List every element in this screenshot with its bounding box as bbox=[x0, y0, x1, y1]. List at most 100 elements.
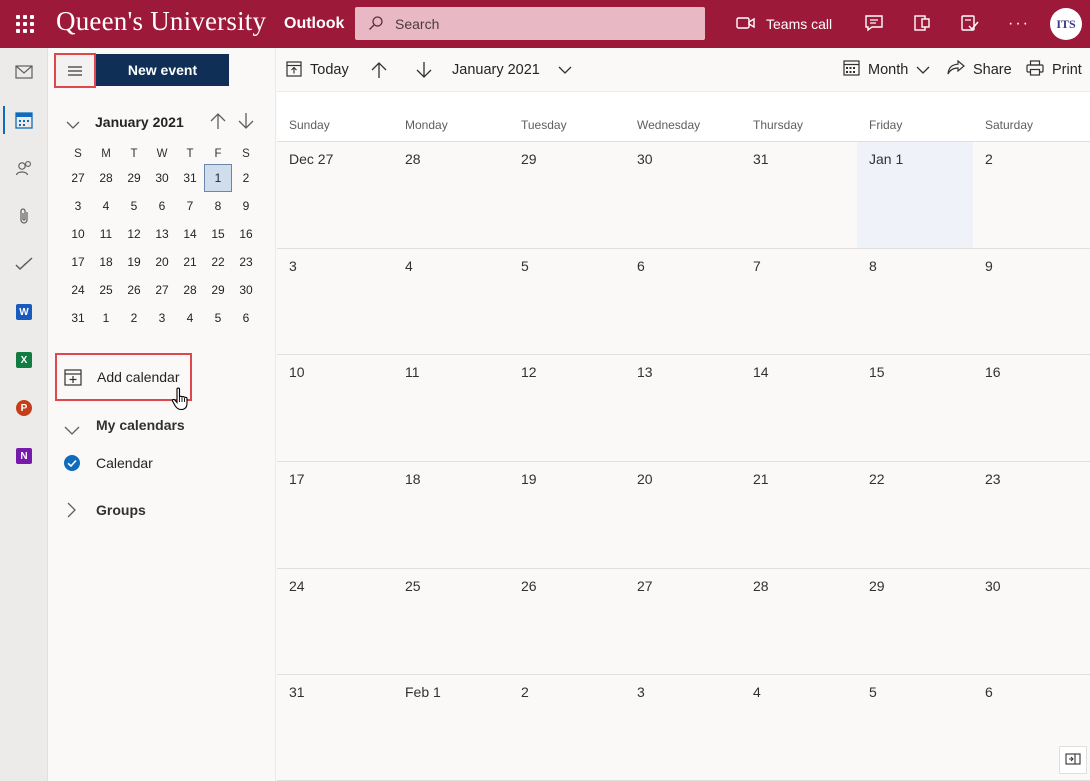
whats-new-button[interactable] bbox=[960, 10, 980, 38]
mini-calendar-day[interactable]: 26 bbox=[120, 276, 148, 304]
mini-calendar-day[interactable]: 29 bbox=[204, 276, 232, 304]
mini-calendar-day[interactable]: 14 bbox=[176, 220, 204, 248]
mini-calendar-day[interactable]: 5 bbox=[204, 304, 232, 332]
mini-calendar-day[interactable]: 22 bbox=[204, 248, 232, 276]
day-cell[interactable]: 31 bbox=[277, 675, 393, 781]
day-cell[interactable]: 21 bbox=[741, 462, 857, 569]
day-cell[interactable]: 28 bbox=[393, 142, 509, 249]
mini-calendar-day[interactable]: 20 bbox=[148, 248, 176, 276]
day-cell[interactable]: 17 bbox=[277, 462, 393, 569]
word-icon[interactable]: W bbox=[0, 292, 48, 332]
mini-calendar-day[interactable]: 30 bbox=[148, 164, 176, 192]
mini-calendar-day[interactable]: 6 bbox=[232, 304, 260, 332]
day-cell[interactable]: 14 bbox=[741, 355, 857, 462]
period-picker[interactable]: January 2021 bbox=[452, 58, 572, 82]
onenote-icon[interactable]: N bbox=[0, 436, 48, 476]
mini-calendar-day[interactable]: 30 bbox=[232, 276, 260, 304]
day-cell[interactable]: Dec 27 bbox=[277, 142, 393, 249]
mini-calendar-day[interactable]: 31 bbox=[64, 304, 92, 332]
day-cell[interactable]: Jan 1 bbox=[857, 142, 973, 249]
mini-calendar-day[interactable]: 16 bbox=[232, 220, 260, 248]
previous-period-arrow-up-icon[interactable] bbox=[371, 58, 387, 82]
day-cell[interactable]: 5 bbox=[509, 249, 625, 355]
day-cell[interactable]: 10 bbox=[277, 355, 393, 462]
mini-calendar-day[interactable]: 28 bbox=[176, 276, 204, 304]
mini-calendar-day[interactable]: 19 bbox=[120, 248, 148, 276]
print-button[interactable]: Print bbox=[1026, 58, 1082, 82]
mini-calendar-day[interactable]: 10 bbox=[64, 220, 92, 248]
mail-icon[interactable] bbox=[0, 52, 48, 92]
day-cell[interactable]: 9 bbox=[973, 249, 1090, 355]
day-cell[interactable]: 16 bbox=[973, 355, 1090, 462]
avatar[interactable]: ITS bbox=[1050, 8, 1082, 40]
app-launcher-icon[interactable] bbox=[6, 6, 42, 42]
mini-calendar-day[interactable]: 4 bbox=[92, 192, 120, 220]
checkmark-circle-icon[interactable] bbox=[64, 455, 80, 471]
mini-calendar-day[interactable]: 11 bbox=[92, 220, 120, 248]
mini-calendar-day[interactable]: 2 bbox=[120, 304, 148, 332]
day-cell[interactable]: 3 bbox=[625, 675, 741, 781]
day-cell[interactable]: 11 bbox=[393, 355, 509, 462]
day-cell[interactable]: 26 bbox=[509, 569, 625, 675]
powerpoint-icon[interactable]: P bbox=[0, 388, 48, 428]
calendar-item[interactable]: Calendar bbox=[62, 452, 262, 476]
day-cell[interactable]: 23 bbox=[973, 462, 1090, 569]
groups-section[interactable]: Groups bbox=[62, 499, 252, 523]
view-switcher[interactable]: Month bbox=[843, 58, 930, 82]
chevron-down-icon[interactable] bbox=[66, 116, 80, 132]
expand-panel-button[interactable] bbox=[1059, 746, 1087, 774]
new-event-button[interactable]: New event bbox=[96, 54, 229, 86]
mini-calendar-day[interactable]: 2 bbox=[232, 164, 260, 192]
mini-calendar-day[interactable]: 31 bbox=[176, 164, 204, 192]
todo-icon[interactable] bbox=[0, 244, 48, 284]
hamburger-menu-icon[interactable] bbox=[54, 53, 96, 88]
day-cell[interactable]: 7 bbox=[741, 249, 857, 355]
app-name[interactable]: Outlook bbox=[284, 15, 344, 33]
day-cell[interactable]: 6 bbox=[625, 249, 741, 355]
mini-calendar-day[interactable]: 1 bbox=[204, 164, 232, 192]
day-cell[interactable]: 3 bbox=[277, 249, 393, 355]
mini-calendar-day[interactable]: 8 bbox=[204, 192, 232, 220]
mini-calendar-day[interactable]: 24 bbox=[64, 276, 92, 304]
day-cell[interactable]: 12 bbox=[509, 355, 625, 462]
day-cell[interactable]: 5 bbox=[857, 675, 973, 781]
day-cell[interactable]: 29 bbox=[509, 142, 625, 249]
previous-month-arrow-up-icon[interactable] bbox=[210, 112, 226, 133]
people-icon[interactable] bbox=[0, 148, 48, 188]
day-cell[interactable]: 8 bbox=[857, 249, 973, 355]
more-options-icon[interactable]: ··· bbox=[1008, 10, 1030, 38]
mini-calendar-day[interactable]: 27 bbox=[64, 164, 92, 192]
mini-calendar-day[interactable]: 6 bbox=[148, 192, 176, 220]
mini-calendar-day[interactable]: 12 bbox=[120, 220, 148, 248]
next-period-arrow-down-icon[interactable] bbox=[416, 58, 432, 82]
day-cell[interactable]: 27 bbox=[625, 569, 741, 675]
teams-call-button[interactable]: Teams call bbox=[736, 10, 832, 38]
chat-button[interactable] bbox=[864, 10, 884, 38]
mini-calendar-title[interactable]: January 2021 bbox=[95, 114, 184, 130]
day-cell[interactable]: 19 bbox=[509, 462, 625, 569]
attachment-icon[interactable] bbox=[0, 196, 48, 236]
mini-calendar-day[interactable]: 3 bbox=[148, 304, 176, 332]
day-cell[interactable]: 24 bbox=[277, 569, 393, 675]
day-cell[interactable]: 18 bbox=[393, 462, 509, 569]
share-button[interactable]: Share bbox=[947, 58, 1012, 82]
mini-calendar-day[interactable]: 28 bbox=[92, 164, 120, 192]
day-cell[interactable]: 4 bbox=[741, 675, 857, 781]
mini-calendar-day[interactable]: 9 bbox=[232, 192, 260, 220]
mini-calendar-day[interactable]: 18 bbox=[92, 248, 120, 276]
today-button[interactable]: Today bbox=[286, 58, 349, 82]
day-cell[interactable]: 28 bbox=[741, 569, 857, 675]
mini-calendar-day[interactable]: 17 bbox=[64, 248, 92, 276]
day-cell[interactable]: 2 bbox=[509, 675, 625, 781]
mini-calendar-day[interactable]: 29 bbox=[120, 164, 148, 192]
day-cell[interactable]: 22 bbox=[857, 462, 973, 569]
day-cell[interactable]: 29 bbox=[857, 569, 973, 675]
mini-calendar-day[interactable]: 3 bbox=[64, 192, 92, 220]
day-cell[interactable]: 30 bbox=[625, 142, 741, 249]
day-cell[interactable]: 2 bbox=[973, 142, 1090, 249]
search-input[interactable] bbox=[395, 7, 695, 40]
day-cell[interactable]: 25 bbox=[393, 569, 509, 675]
mini-calendar-day[interactable]: 21 bbox=[176, 248, 204, 276]
mini-calendar-day[interactable]: 23 bbox=[232, 248, 260, 276]
mini-calendar-day[interactable]: 1 bbox=[92, 304, 120, 332]
